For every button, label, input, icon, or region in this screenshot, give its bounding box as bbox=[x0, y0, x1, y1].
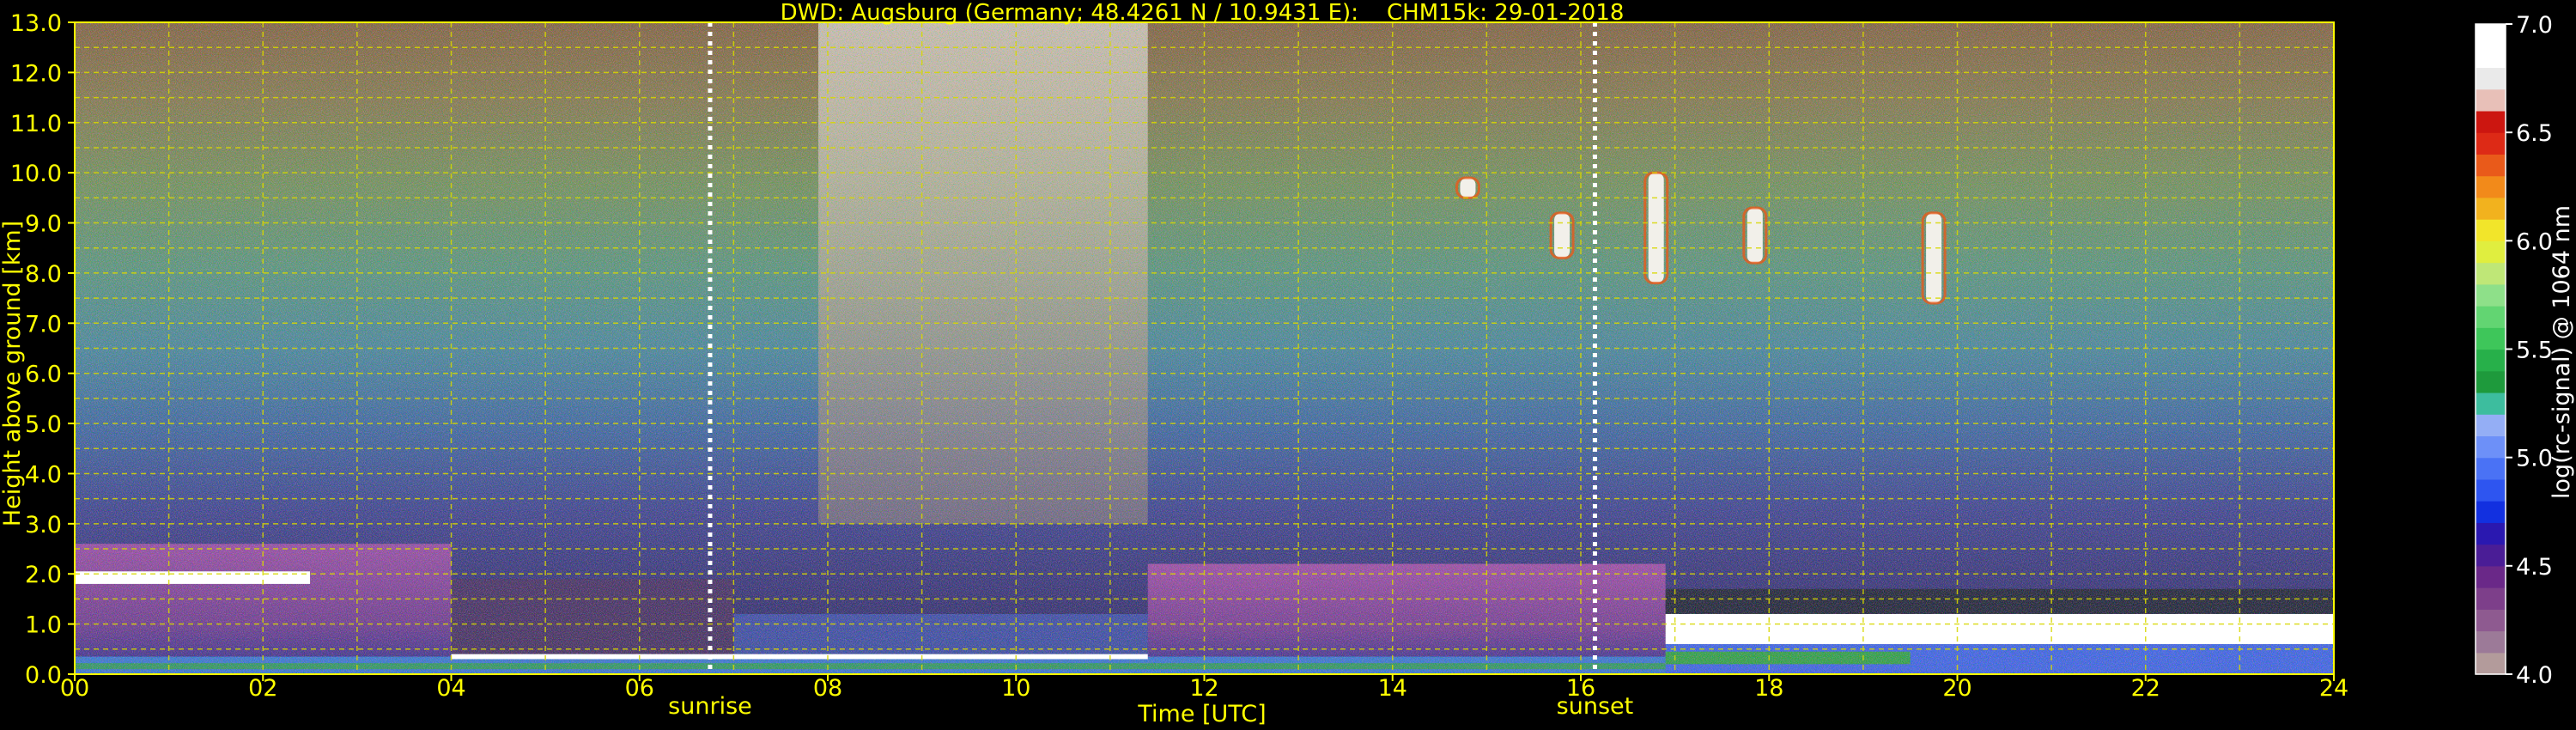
colorbar-segment bbox=[2476, 435, 2506, 459]
x-tick-label: 02 bbox=[248, 675, 277, 702]
y-tick-label: 8.0 bbox=[25, 261, 62, 288]
colorbar-segment bbox=[2476, 110, 2506, 133]
x-tick-label: 22 bbox=[2131, 675, 2160, 702]
colorbar-segment bbox=[2476, 197, 2506, 220]
colorbar-tick-label: 6.5 bbox=[2516, 120, 2553, 147]
y-tick-label: 7.0 bbox=[25, 311, 62, 338]
colorbar-segment bbox=[2476, 478, 2506, 502]
cirrus-cloud bbox=[1460, 177, 1476, 198]
colorbar-segment bbox=[2476, 609, 2506, 632]
colorbar-segment bbox=[2476, 175, 2506, 198]
colorbar-segment bbox=[2476, 370, 2506, 393]
x-tick-label: 16 bbox=[1566, 675, 1595, 702]
ceilometer-chart: sunrise sunset 00 02 04 06 08 10 12 14 16 18 20 22 24… bbox=[0, 0, 2575, 727]
colorbar-segment bbox=[2476, 349, 2506, 372]
colorbar-segment bbox=[2476, 24, 2506, 46]
y-axis-label: Height above ground [km] bbox=[0, 221, 26, 526]
cloud-layer bbox=[1665, 613, 2334, 644]
x-tick-label: 00 bbox=[60, 675, 89, 702]
cirrus-cloud bbox=[1926, 212, 1942, 303]
x-tick-label: 18 bbox=[1754, 675, 1783, 702]
colorbar-segment bbox=[2476, 46, 2506, 69]
x-tick-label: 08 bbox=[813, 675, 842, 702]
colorbar-segment bbox=[2476, 414, 2506, 437]
colorbar-segment bbox=[2476, 67, 2506, 90]
x-tick-label: 06 bbox=[625, 675, 654, 702]
colorbar-segment bbox=[2476, 587, 2506, 610]
x-tick-label: 14 bbox=[1378, 675, 1407, 702]
colorbar-segment bbox=[2476, 522, 2506, 545]
y-tick-label: 2.0 bbox=[25, 562, 62, 588]
colorbar-tick-label: 5.5 bbox=[2516, 338, 2553, 364]
cirrus-cloud bbox=[1554, 212, 1571, 259]
x-axis-label: Time [UTC] bbox=[1137, 701, 1266, 727]
y-tick-label: 4.0 bbox=[25, 461, 62, 488]
colorbar-segment bbox=[2476, 630, 2506, 654]
colorbar-segment bbox=[2476, 652, 2506, 675]
colorbar-segment bbox=[2476, 219, 2506, 241]
colorbar-tick-label: 4.0 bbox=[2516, 662, 2553, 689]
colorbar-segment bbox=[2476, 306, 2506, 328]
y-tick-label: 1.0 bbox=[25, 612, 62, 639]
colorbar-segment bbox=[2476, 154, 2506, 177]
colorbar-segment bbox=[2476, 283, 2506, 307]
cirrus-cloud bbox=[1747, 208, 1763, 264]
colorbar-segment bbox=[2476, 565, 2506, 588]
y-tick-label: 0.0 bbox=[25, 662, 62, 689]
x-tick-label: 24 bbox=[2319, 675, 2348, 702]
y-tick-label: 6.0 bbox=[25, 362, 62, 388]
colorbar-segment bbox=[2476, 457, 2506, 480]
y-tick-label: 3.0 bbox=[25, 512, 62, 538]
x-tick-label: 10 bbox=[1001, 675, 1030, 702]
y-tick-label: 13.0 bbox=[10, 10, 62, 37]
cirrus-cloud bbox=[1648, 173, 1664, 283]
colorbar-segment bbox=[2476, 88, 2506, 112]
colorbar-tick-label: 4.5 bbox=[2516, 554, 2553, 581]
colorbar-segment bbox=[2476, 327, 2506, 350]
chart-title: DWD: Augsburg (Germany; 48.4261 N / 10.9… bbox=[781, 0, 1625, 26]
x-tick-label: 20 bbox=[1942, 675, 1971, 702]
x-tick-label: 04 bbox=[436, 675, 465, 702]
x-tick-label: 12 bbox=[1189, 675, 1218, 702]
cloud-layer bbox=[451, 654, 1148, 660]
colorbar-tick-label: 6.0 bbox=[2516, 228, 2553, 255]
colorbar-label: log(rc-signal) @ 1064 nm bbox=[2549, 205, 2575, 499]
marker-label-sunrise: sunrise bbox=[668, 693, 752, 720]
colorbar-tick-label: 7.0 bbox=[2516, 12, 2553, 39]
y-tick-label: 12.0 bbox=[10, 60, 62, 87]
colorbar-segment bbox=[2476, 132, 2506, 155]
colorbar-segment bbox=[2476, 240, 2506, 264]
colorbar-tick-label: 5.0 bbox=[2516, 446, 2553, 472]
y-tick-label: 9.0 bbox=[25, 211, 62, 238]
colorbar-segment bbox=[2476, 392, 2506, 415]
y-tick-label: 10.0 bbox=[10, 161, 62, 187]
y-tick-label: 5.0 bbox=[25, 411, 62, 438]
colorbar-segment bbox=[2476, 262, 2506, 285]
colorbar-segment bbox=[2476, 501, 2506, 523]
y-tick-label: 11.0 bbox=[10, 111, 62, 137]
colorbar-segment bbox=[2476, 544, 2506, 567]
